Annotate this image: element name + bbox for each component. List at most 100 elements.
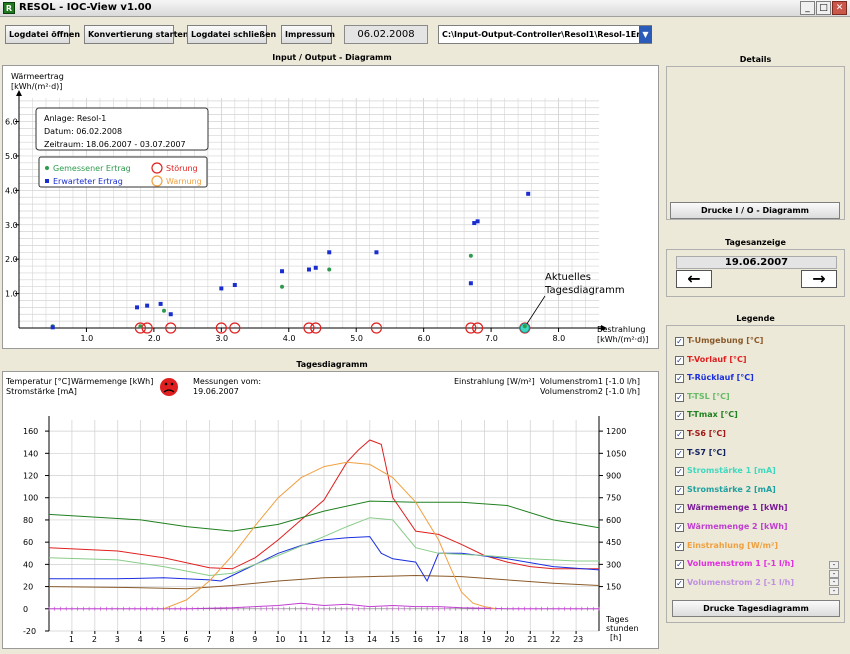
legend-expected-marker	[45, 179, 49, 183]
legend-item[interactable]: ✓ T-Tmax [°C]	[675, 410, 738, 423]
spin-up-icon-2[interactable]: -	[829, 578, 839, 586]
legend-item-label: T-S7 [°C]	[687, 447, 726, 457]
tages-y-tick-label: -20	[23, 627, 36, 636]
legend-item[interactable]: ✓ Stromstärke 1 [mA]	[675, 466, 776, 479]
measured-point	[522, 324, 527, 329]
maximize-button[interactable]: □	[816, 1, 831, 15]
left-label-current: Stromstärke [mA]	[6, 387, 77, 396]
legend-expected-label: Erwarteter Ertrag	[53, 177, 123, 186]
open-log-button[interactable]: Logdatei öffnen	[5, 25, 80, 44]
io-y-tick-label: 1.0	[5, 290, 18, 299]
chevron-down-icon[interactable]: ▼	[639, 26, 652, 43]
io-x-tick-label: 6.0	[418, 334, 431, 343]
close-button[interactable]: ✕	[832, 1, 847, 15]
io-x-tick-label: 8.0	[553, 334, 566, 343]
checkbox-icon[interactable]: ✓	[675, 374, 684, 384]
legend-item[interactable]: ✓ T-S6 [°C]	[675, 429, 726, 442]
expected-point	[475, 219, 480, 224]
checkbox-icon[interactable]: ✓	[675, 485, 684, 495]
date-display: 06.02.2008	[344, 25, 428, 44]
tages-right-tick-label: 600	[606, 516, 621, 525]
tages-right-tick-label: 450	[606, 538, 621, 547]
details-title: Details	[739, 55, 772, 64]
checkbox-icon[interactable]: ✓	[675, 411, 684, 421]
checkbox-icon[interactable]: ✓	[675, 467, 684, 477]
legend-item-label: T-Vorlauf [°C]	[687, 354, 747, 364]
measured-point	[162, 308, 166, 313]
legend-item[interactable]: ✓ Volumenstrom 2 [-1 l/h]	[675, 578, 794, 591]
tages-x-tick-label: 18	[459, 635, 469, 644]
tages-right-tick-label: 750	[606, 494, 621, 503]
legend-item[interactable]: ✓ Volumenstrom 1 [-1 l/h]	[675, 559, 794, 572]
tages-y-tick-label: 60	[23, 538, 33, 547]
tages-x-tick-label: 7	[206, 635, 211, 644]
vol1-label: Volumenstrom1 [-1.0 l/h]	[540, 377, 640, 386]
imprint-button[interactable]: Impressum	[281, 25, 335, 44]
expected-point	[468, 281, 473, 286]
spin-down-icon[interactable]: -	[829, 570, 839, 578]
io-x-tick-label: 4.0	[283, 334, 296, 343]
legend-item[interactable]: ✓ Einstrahlung [W/m²]	[675, 541, 778, 554]
expected-point	[158, 301, 163, 306]
checkbox-icon[interactable]: ✓	[675, 392, 684, 402]
tages-x-tick-label: 12	[321, 635, 331, 644]
start-conversion-button[interactable]: Konvertierung starten	[84, 25, 189, 44]
annotation-line1: Aktuelles	[545, 272, 591, 283]
checkbox-icon[interactable]: ✓	[675, 560, 684, 570]
file-path-select[interactable]: C:\Input-Output-Controller\Resol1\Resol-…	[438, 25, 652, 44]
io-x-tick-label: 1.0	[80, 334, 93, 343]
tages-x-tick-label: 15	[390, 635, 400, 644]
io-panel-title: Input / Output - Diagramm	[272, 53, 392, 62]
spin-down-icon-2[interactable]: -	[829, 587, 839, 595]
arrow-right-icon[interactable]: →	[801, 270, 837, 288]
legend-item[interactable]: ✓ Stromstärke 2 [mA]	[675, 485, 776, 498]
tages-diagram-panel: Temperatur [°C] Stromstärke [mA] Wärmeme…	[2, 371, 659, 649]
tages-x-tick-label: 19	[481, 635, 491, 644]
spin-up-icon[interactable]: -	[829, 561, 839, 569]
legend-item[interactable]: ✓ Wärmemenge 1 [kWh]	[675, 503, 788, 516]
tages-right-tick-label: 1200	[606, 427, 626, 436]
checkbox-icon[interactable]: ✓	[675, 523, 684, 532]
legend-item-label: T-Umgebung [°C]	[687, 336, 764, 345]
checkbox-icon[interactable]: ✓	[675, 578, 684, 588]
io-y-tick-label: 4.0	[5, 186, 18, 195]
tages-y-tick-label: 0	[23, 605, 28, 614]
tages-right-tick-label: 150	[606, 583, 621, 592]
legend-item[interactable]: ✓ T-Vorlauf [°C]	[675, 355, 747, 368]
expected-point	[307, 267, 311, 272]
checkbox-icon[interactable]: ✓	[675, 448, 684, 458]
legend-item[interactable]: ✓ T-S7 [°C]	[675, 448, 726, 461]
io-x-tick-label: 2.0	[148, 334, 161, 343]
legend-item[interactable]: ✓ T-Umgebung [°C]	[675, 336, 763, 349]
print-io-button[interactable]: Drucke I / O - Diagramm	[670, 202, 840, 219]
tages-y-tick-label: 100	[23, 494, 38, 503]
legend-item[interactable]: ✓ T-Rücklauf [°C]	[675, 373, 754, 386]
tages-x-tick-label: 17	[436, 635, 446, 644]
checkbox-icon[interactable]: ✓	[675, 430, 684, 439]
legend-item[interactable]: ✓ Wärmemenge 2 [kWh]	[675, 522, 788, 535]
checkbox-icon[interactable]: ✓	[675, 541, 684, 551]
tages-right-tick-label: 1050	[606, 449, 626, 458]
checkbox-icon[interactable]: ✓	[675, 337, 684, 346]
checkbox-icon[interactable]: ✓	[675, 504, 684, 514]
expected-point	[313, 265, 318, 270]
legend-item[interactable]: ✓ T-TSL [°C]	[675, 392, 730, 405]
tages-y-tick-label: 160	[23, 427, 38, 436]
sad-face-icon	[160, 378, 178, 396]
expected-point	[280, 269, 285, 274]
tages-y-tick-label: 40	[23, 560, 33, 569]
minimize-button[interactable]: _	[800, 1, 815, 15]
io-yunit: [kWh/(m²·d)]	[11, 82, 62, 91]
measured-point	[468, 253, 473, 258]
legend-fault-label: Störung	[166, 164, 198, 173]
legend-item-label: Einstrahlung [W/m²]	[687, 540, 779, 550]
expected-point	[327, 250, 332, 255]
tages-x-tick-label: 6	[184, 635, 189, 644]
tages-x-tick-label: 11	[298, 635, 308, 644]
close-log-button[interactable]: Logdatei schließen	[187, 25, 276, 44]
arrow-left-icon[interactable]: ←	[676, 270, 712, 288]
print-tages-button[interactable]: Drucke Tagesdiagramm	[672, 600, 840, 617]
checkbox-icon[interactable]: ✓	[675, 355, 684, 365]
tages-x-tick-label: 13	[344, 635, 354, 644]
tages-y-tick-label: 80	[23, 516, 33, 525]
